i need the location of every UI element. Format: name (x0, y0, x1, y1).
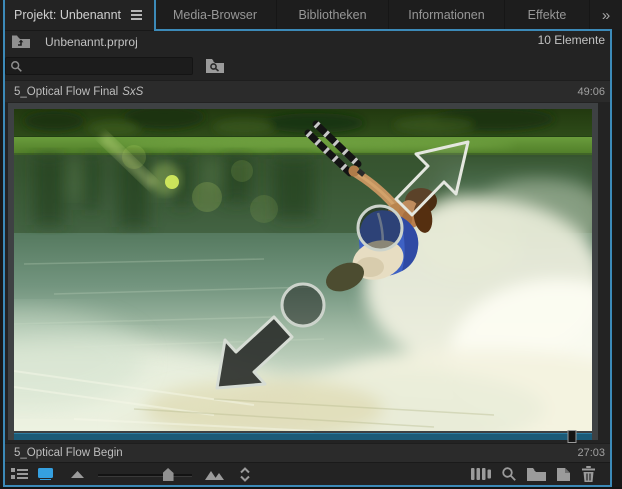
new-search-bin-icon[interactable] (204, 56, 226, 75)
bin-path-row: Unbenannt.prproj 10 Elemente (5, 31, 610, 52)
tab-overflow-chevron-icon[interactable]: » (590, 0, 622, 30)
project-panel-toolbar (5, 462, 610, 485)
sort-icons-button[interactable] (236, 466, 254, 482)
focus-border-tab (154, 0, 156, 31)
icon-view-button[interactable] (34, 468, 56, 480)
clip-duration: 49:06 (577, 85, 605, 98)
clip-name: 5_Optical Flow Final SxS (14, 85, 144, 98)
new-item-button[interactable] (556, 467, 571, 482)
zoom-slider-handle[interactable] (162, 468, 174, 481)
focus-border-left (3, 0, 5, 487)
focus-border-top (154, 29, 612, 31)
clip-thumbnail-image[interactable] (14, 109, 592, 431)
automate-to-sequence-button[interactable] (471, 467, 491, 481)
tab-bibliotheken[interactable]: Bibliotheken (277, 0, 389, 30)
item-count-label: 10 Elemente (537, 33, 605, 47)
project-panel-content: Unbenannt.prproj 10 Elemente 5_Optical F… (5, 31, 610, 485)
new-bin-button[interactable] (527, 467, 546, 481)
panel-tab-bar: Media-Browser Bibliotheken Informationen… (0, 0, 622, 30)
selected-item-frame[interactable] (8, 103, 598, 443)
clip-name: 5_Optical Flow Begin (14, 447, 123, 459)
project-panel: { "tabs": { "active": { "label": "Projek… (0, 0, 622, 489)
tab-projekt-label: Projekt: Unbenannt (14, 8, 122, 22)
search-row (5, 52, 610, 80)
focus-border-bottom (3, 485, 612, 487)
thumbnail-zoom-slider[interactable] (98, 466, 192, 482)
clip-row-optical-flow-final[interactable]: 5_Optical Flow Final SxS 49:06 (5, 80, 610, 102)
list-view-button[interactable] (8, 467, 30, 481)
search-field[interactable] (5, 57, 193, 75)
panel-menu-icon[interactable] (131, 10, 143, 20)
search-icon (11, 60, 22, 72)
water-skier-frame (14, 109, 592, 431)
thumbnail-scrub-bar[interactable] (14, 430, 592, 443)
tab-effekte[interactable]: Effekte (505, 0, 590, 30)
search-input[interactable] (23, 59, 177, 73)
bin-path-label: Unbenannt.prproj (45, 34, 138, 49)
tab-projekt-active[interactable]: Projekt: Unbenannt (3, 0, 154, 30)
icon-view-area (5, 102, 610, 443)
find-button[interactable] (501, 466, 517, 482)
zoom-out-mountain-icon[interactable] (68, 470, 86, 478)
clip-name-suffix: SxS (122, 85, 144, 98)
scrub-playhead[interactable] (567, 430, 577, 443)
navigate-up-folder-icon[interactable] (11, 34, 31, 49)
focus-border-right (610, 29, 612, 487)
clip-row-optical-flow-begin[interactable]: 5_Optical Flow Begin 27:03 (5, 443, 610, 462)
tab-media-browser[interactable]: Media-Browser (154, 0, 277, 30)
delete-trash-button[interactable] (581, 466, 596, 482)
clip-duration: 27:03 (577, 447, 605, 459)
slider-track[interactable] (98, 474, 192, 477)
zoom-in-mountains-icon[interactable] (202, 469, 226, 480)
tab-informationen[interactable]: Informationen (389, 0, 505, 30)
